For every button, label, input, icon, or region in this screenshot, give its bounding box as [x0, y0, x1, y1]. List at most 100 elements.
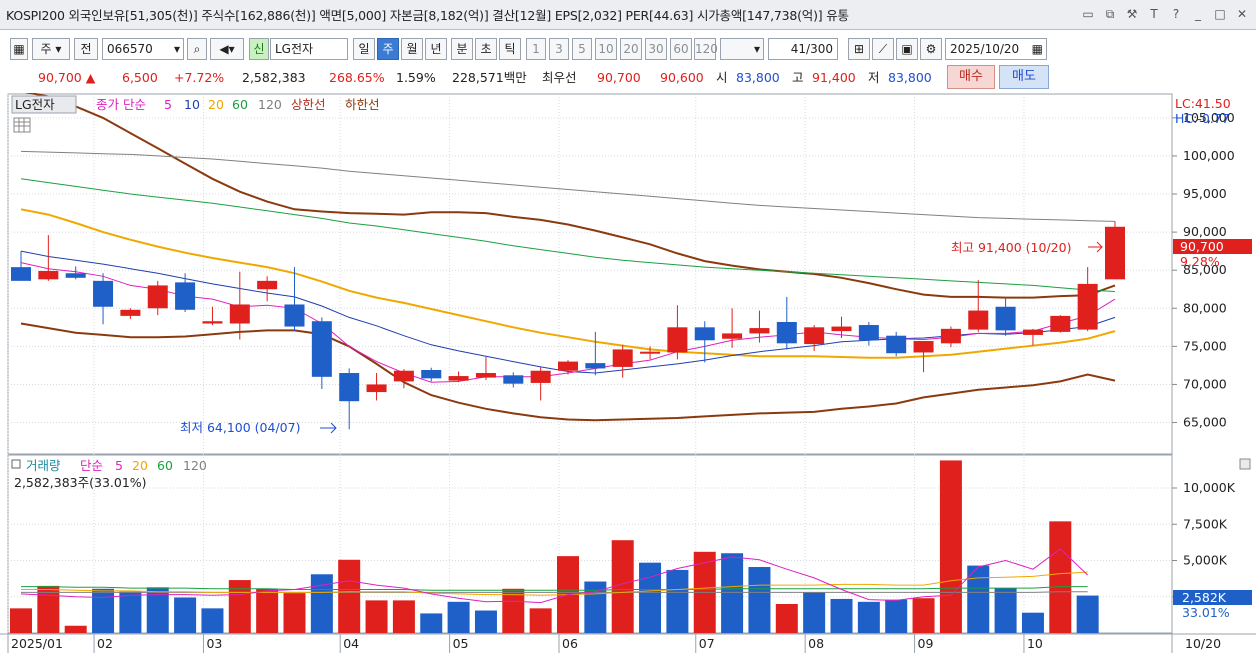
maximize-icon[interactable]: □ [1212, 6, 1228, 22]
x-axis-label: 03 [206, 636, 222, 651]
bar-count-field[interactable]: 41/300 [768, 38, 838, 60]
price-axis-label: 70,000 [1183, 376, 1227, 391]
tool-icon[interactable]: ⚒ [1124, 6, 1140, 22]
num-1[interactable]: 1 [526, 38, 546, 60]
search-icon[interactable]: ⌕ [187, 38, 207, 60]
legend-vma5: 5 [115, 458, 123, 473]
num-10[interactable]: 10 [595, 38, 617, 60]
settings-icon[interactable]: ⚙ [920, 38, 942, 60]
volume-bar [37, 585, 60, 633]
interval-second[interactable]: 초 [475, 38, 497, 60]
help-icon[interactable]: ? [1168, 6, 1184, 22]
turnover-rate: 1.59% [396, 70, 436, 85]
candle-body [940, 328, 961, 344]
interval-tick[interactable]: 틱 [499, 38, 521, 60]
stock-chart[interactable]: 2025/01 02 03 04 05 06 07 08 09 10 10/20 65,000 70,0… [0, 90, 1256, 657]
title-bar: KOSPI200 외국인보유[51,305(천)] 주식수[162,886(천)… [0, 0, 1256, 30]
price-axis-label: 80,000 [1183, 300, 1227, 315]
stock-code-input[interactable]: 066570 ▾ [102, 38, 184, 60]
candle-body [147, 285, 168, 309]
interval-minute[interactable]: 분 [451, 38, 473, 60]
volume-axis-label: 5,000K [1183, 553, 1228, 568]
custom-interval-select[interactable]: ▾ [720, 38, 764, 60]
candle-body [38, 270, 59, 280]
mode-select[interactable]: 주 ▾ [32, 38, 70, 60]
num-120[interactable]: 120 [694, 38, 718, 60]
period-week[interactable]: 주 [377, 38, 399, 60]
trade-amount: 228,571백만 [452, 70, 527, 85]
period-month[interactable]: 월 [401, 38, 423, 60]
candle-body [503, 375, 524, 384]
legend-lower: 하한선 [345, 97, 380, 112]
low-label: 저 [868, 70, 880, 85]
volume-bar [338, 559, 361, 633]
candle-body [475, 373, 496, 378]
candle-body [421, 369, 442, 379]
table-icon[interactable] [13, 117, 31, 133]
volume-panel-close-icon[interactable] [1239, 458, 1251, 470]
candle-body [65, 273, 86, 278]
text-icon[interactable]: T [1146, 6, 1162, 22]
candle-type-icon[interactable]: ⊞ [848, 38, 870, 60]
num-5[interactable]: 5 [572, 38, 592, 60]
legend-volume: 거래량 [26, 458, 61, 473]
candle-body [120, 309, 141, 316]
window-icon[interactable]: ▭ [1080, 6, 1096, 22]
num-60[interactable]: 60 [670, 38, 692, 60]
buy-button[interactable]: 매수 [947, 65, 995, 89]
volume-bar [420, 613, 443, 633]
volume-bar [611, 540, 634, 633]
volume-bar [775, 604, 798, 633]
volume-bar [365, 600, 388, 633]
candle-body [995, 306, 1016, 331]
stock-name-field[interactable]: LG전자 [270, 38, 348, 60]
volume-bar [666, 569, 689, 633]
candle-body [311, 321, 332, 377]
draw-tool-icon[interactable]: ⟋ [872, 38, 894, 60]
candle-body [229, 304, 250, 324]
low-price: 83,800 [888, 70, 932, 85]
jeon-button[interactable]: 전 [74, 38, 98, 60]
speaker-icon[interactable]: ◀▾ [210, 38, 244, 60]
num-30[interactable]: 30 [645, 38, 667, 60]
volume-bar [201, 608, 224, 633]
volume-bar [1049, 521, 1072, 633]
layout-icon[interactable]: ▦ [10, 38, 28, 60]
last-volume-pct: 33.01% [1182, 605, 1230, 620]
x-axis-label: 2025/01 [11, 636, 63, 651]
period-year[interactable]: 년 [425, 38, 447, 60]
last-volume-value: 2,582K [1182, 590, 1227, 605]
window-controls: ▭ ⧉ ⚒ T ? _ □ ✕ [1080, 6, 1250, 22]
volume-bar [447, 601, 470, 633]
volume-bar [721, 553, 744, 633]
minimize-icon[interactable]: _ [1190, 6, 1206, 22]
legend-close-ma: 종가 단순 [96, 97, 146, 112]
bar-count-value: 41 [790, 42, 807, 56]
volume-current: 2,582,383주(33.01%) [14, 475, 147, 490]
sell-button[interactable]: 매도 [999, 65, 1049, 89]
legend-volume-ma: 단순 [80, 458, 103, 473]
legend-stock-name: LG전자 [15, 97, 55, 112]
x-axis-label: 05 [453, 636, 469, 651]
candle-body [612, 349, 633, 367]
price-axis-label: 100,000 [1183, 148, 1235, 163]
x-axis-label: 08 [808, 636, 824, 651]
x-axis-last-label: 10/20 [1185, 636, 1221, 651]
candle-body [694, 327, 715, 341]
date-input[interactable]: 2025/10/20 ▦ [945, 38, 1047, 60]
save-icon[interactable]: ▣ [896, 38, 918, 60]
x-axis-label: 07 [699, 636, 715, 651]
copy-icon[interactable]: ⧉ [1102, 6, 1118, 22]
chart-area[interactable]: 2025/01 02 03 04 05 06 07 08 09 10 10/20 65,000 70,0… [0, 90, 1256, 657]
trade-volume: 2,582,383 [242, 70, 306, 85]
volume-bar [392, 600, 415, 633]
volume-bar [174, 597, 197, 633]
legend-ma120: 120 [258, 97, 282, 112]
calendar-icon[interactable]: ▦ [1032, 39, 1043, 59]
num-20[interactable]: 20 [620, 38, 642, 60]
period-day[interactable]: 일 [353, 38, 375, 60]
num-3[interactable]: 3 [549, 38, 569, 60]
volume-bar [310, 574, 333, 633]
close-icon[interactable]: ✕ [1234, 6, 1250, 22]
volume-bar [502, 588, 525, 633]
